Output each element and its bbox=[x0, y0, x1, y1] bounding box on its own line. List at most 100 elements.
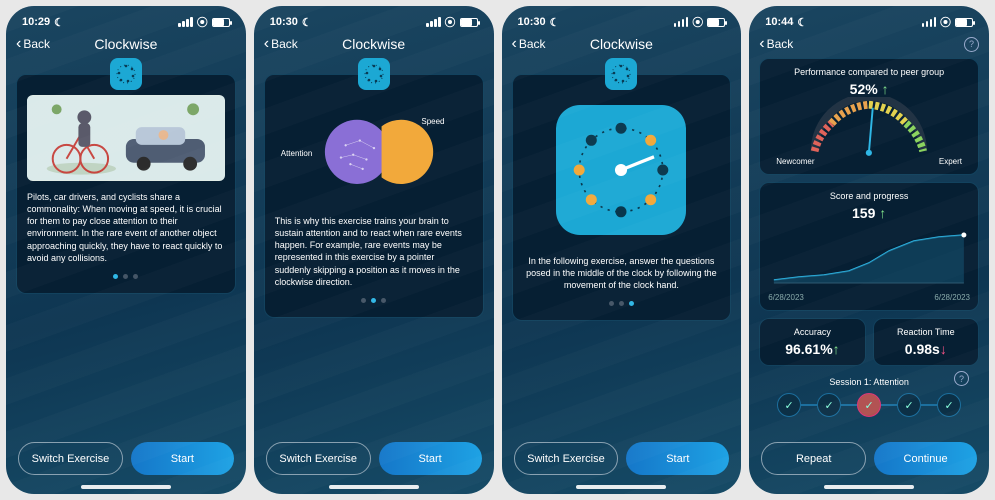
back-button[interactable]: ‹Back bbox=[512, 36, 546, 52]
start-button[interactable]: Start bbox=[379, 442, 482, 475]
home-indicator[interactable] bbox=[576, 485, 666, 489]
arrow-up-icon: ↑ bbox=[833, 341, 840, 357]
dot-3[interactable] bbox=[133, 274, 138, 279]
battery-icon bbox=[707, 18, 725, 27]
moon-icon: ☾ bbox=[797, 16, 807, 29]
repeat-button[interactable]: Repeat bbox=[761, 442, 866, 475]
moon-icon: ☾ bbox=[302, 16, 312, 29]
session-steps: ✓ ✓ ✓ ✓ ✓ bbox=[759, 393, 979, 417]
intro-card: Pilots, car drivers, and cyclists share … bbox=[16, 74, 236, 294]
reaction-label: Reaction Time bbox=[882, 327, 970, 337]
intro-card: Attention Speed This is why this exercis… bbox=[264, 74, 484, 318]
back-button[interactable]: ‹Back bbox=[264, 36, 298, 52]
session-label: Session 1: Attention bbox=[759, 377, 979, 387]
chart-x1: 6/28/2023 bbox=[934, 293, 970, 302]
intro-text: In the following exercise, answer the qu… bbox=[523, 255, 721, 291]
help-button[interactable]: ? bbox=[964, 37, 979, 52]
session-help-button[interactable]: ? bbox=[954, 371, 969, 386]
app-icon bbox=[358, 58, 390, 90]
status-bar: 10:44 ☾ ⦿ bbox=[749, 6, 989, 32]
continue-button[interactable]: Continue bbox=[874, 442, 977, 475]
page-dots bbox=[275, 298, 473, 303]
illustration bbox=[27, 95, 225, 181]
page-title: Clockwise bbox=[342, 36, 405, 52]
switch-exercise-button[interactable]: Switch Exercise bbox=[18, 442, 123, 475]
venn-label-speed: Speed bbox=[421, 117, 444, 126]
status-bar: 10:30 ☾ ⦿ bbox=[502, 6, 742, 32]
step-3[interactable]: ✓ bbox=[857, 393, 881, 417]
accuracy-value: 96.61%↑ bbox=[768, 341, 856, 357]
dot-1[interactable] bbox=[113, 274, 118, 279]
chevron-left-icon: ‹ bbox=[512, 36, 517, 52]
app-icon bbox=[605, 58, 637, 90]
arrow-up-icon: ↑ bbox=[882, 81, 889, 97]
signal-icon bbox=[426, 17, 441, 27]
wifi-icon: ⦿ bbox=[940, 14, 951, 30]
wifi-icon: ⦿ bbox=[197, 14, 208, 30]
dot-1[interactable] bbox=[609, 301, 614, 306]
clock: 10:44 bbox=[765, 16, 793, 28]
home-indicator[interactable] bbox=[81, 485, 171, 489]
switch-exercise-button[interactable]: Switch Exercise bbox=[266, 442, 371, 475]
back-label: Back bbox=[23, 37, 50, 51]
step-4[interactable]: ✓ bbox=[897, 393, 921, 417]
screen-intro-1: 10:29 ☾ ⦿ ‹ Back Clockwise bbox=[6, 6, 246, 494]
chevron-left-icon: ‹ bbox=[759, 36, 764, 52]
chevron-left-icon: ‹ bbox=[16, 36, 21, 52]
performance-label: Performance compared to peer group bbox=[768, 67, 970, 77]
page-dots bbox=[27, 274, 225, 279]
back-button[interactable]: ‹ Back bbox=[16, 36, 50, 52]
score-label: Score and progress bbox=[768, 191, 970, 201]
dot-2[interactable] bbox=[371, 298, 376, 303]
intro-text: This is why this exercise trains your br… bbox=[275, 215, 473, 288]
chart-x0: 6/28/2023 bbox=[768, 293, 804, 302]
reaction-card: Reaction Time 0.98s↓ bbox=[873, 318, 979, 366]
clock-illustration bbox=[523, 95, 721, 245]
dot-1[interactable] bbox=[361, 298, 366, 303]
step-1[interactable]: ✓ bbox=[777, 393, 801, 417]
dot-2[interactable] bbox=[123, 274, 128, 279]
step-5[interactable]: ✓ bbox=[937, 393, 961, 417]
wifi-icon: ⦿ bbox=[445, 14, 456, 30]
page-title: Clockwise bbox=[590, 36, 653, 52]
screen-intro-3: 10:30 ☾ ⦿ ‹Back Clockwise bbox=[502, 6, 742, 494]
progress-chart bbox=[768, 225, 970, 293]
status-bar: 10:30 ☾ ⦿ bbox=[254, 6, 494, 32]
start-button[interactable]: Start bbox=[131, 442, 234, 475]
start-button[interactable]: Start bbox=[626, 442, 729, 475]
accuracy-label: Accuracy bbox=[768, 327, 856, 337]
gauge-chart bbox=[768, 97, 970, 159]
score-value: 159 ↑ bbox=[768, 205, 970, 221]
dot-3[interactable] bbox=[629, 301, 634, 306]
wifi-icon: ⦿ bbox=[692, 14, 703, 30]
page-title: Clockwise bbox=[94, 36, 157, 52]
intro-card: In the following exercise, answer the qu… bbox=[512, 74, 732, 321]
dot-3[interactable] bbox=[381, 298, 386, 303]
screen-intro-2: 10:30 ☾ ⦿ ‹Back Clockwise Attention Spe bbox=[254, 6, 494, 494]
status-bar: 10:29 ☾ ⦿ bbox=[6, 6, 246, 32]
home-indicator[interactable] bbox=[329, 485, 419, 489]
nav-bar: ‹Back Clockwise bbox=[502, 32, 742, 58]
moon-icon: ☾ bbox=[550, 16, 560, 29]
switch-exercise-button[interactable]: Switch Exercise bbox=[514, 442, 619, 475]
venn-label-attention: Attention bbox=[281, 149, 313, 158]
page-dots bbox=[523, 301, 721, 306]
screen-results: 10:44 ☾ ⦿ ‹Back ? Performance compared t… bbox=[749, 6, 989, 494]
back-label: Back bbox=[271, 37, 298, 51]
home-indicator[interactable] bbox=[824, 485, 914, 489]
performance-value: 52% ↑ bbox=[768, 81, 970, 97]
signal-icon bbox=[922, 17, 937, 27]
battery-icon bbox=[955, 18, 973, 27]
moon-icon: ☾ bbox=[54, 16, 64, 29]
signal-icon bbox=[674, 17, 689, 27]
battery-icon bbox=[212, 18, 230, 27]
step-2[interactable]: ✓ bbox=[817, 393, 841, 417]
dot-2[interactable] bbox=[619, 301, 624, 306]
reaction-value: 0.98s↓ bbox=[882, 341, 970, 357]
arrow-down-icon: ↓ bbox=[940, 341, 947, 357]
back-button[interactable]: ‹Back bbox=[759, 36, 793, 52]
accuracy-card: Accuracy 96.61%↑ bbox=[759, 318, 865, 366]
nav-bar: ‹Back ? bbox=[749, 32, 989, 58]
clock: 10:30 bbox=[518, 16, 546, 28]
arrow-up-icon: ↑ bbox=[879, 205, 886, 221]
